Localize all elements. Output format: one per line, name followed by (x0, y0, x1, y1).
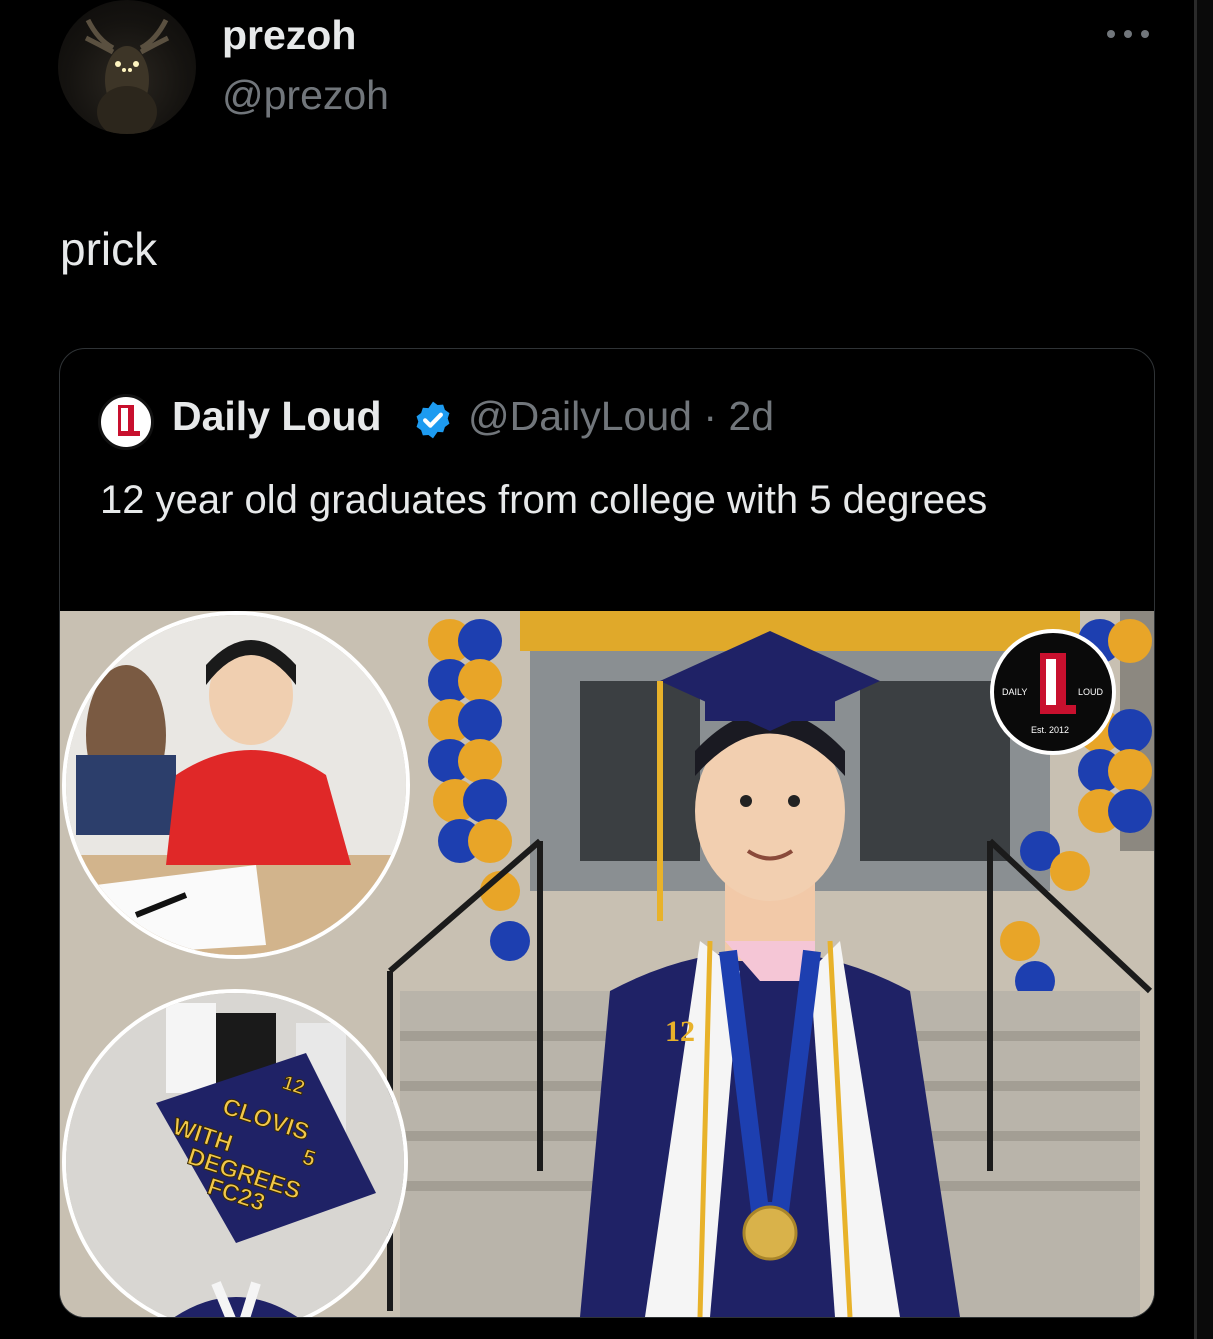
meta-separator: · (703, 393, 718, 439)
logo-text-loud: LOUD (1078, 687, 1104, 697)
logo-text-est: Est. 2012 (1031, 725, 1069, 735)
quoted-tweet-text: 12 year old graduates from college with … (100, 478, 988, 522)
stole-number-text: 12 (665, 1015, 695, 1048)
quoted-author-name[interactable]: Daily Loud (172, 393, 382, 440)
tweet-text: prick (60, 223, 158, 275)
author-avatar[interactable] (58, 0, 196, 134)
verified-badge-icon (416, 401, 450, 439)
quoted-author-handle[interactable]: @DailyLoud (468, 393, 692, 439)
dl-logo-mark (118, 405, 140, 436)
daily-loud-avatar[interactable] (98, 394, 154, 450)
quoted-timestamp[interactable]: 2d (728, 393, 774, 439)
inset-photo-grad-cap: 12 CLOVIS WITH 5 DEGREES FC23 (62, 989, 408, 1317)
deer-avatar-image (84, 18, 170, 134)
daily-loud-watermark-logo: DAILY LOUD Est. 2012 (990, 629, 1116, 755)
quoted-tweet[interactable]: Daily Loud @DailyLoud · 2d 12 year old g… (59, 348, 1155, 1318)
scrollbar[interactable] (1194, 0, 1213, 1339)
author-name[interactable]: prezoh (222, 12, 356, 59)
more-dots-icon[interactable] (1103, 20, 1153, 46)
quoted-meta: @DailyLoud · 2d (468, 393, 774, 440)
author-handle[interactable]: @prezoh (222, 72, 389, 119)
logo-text-daily: DAILY (1002, 687, 1027, 697)
inset-photo-red-jacket (62, 611, 410, 959)
quoted-media-image[interactable]: 12 12 CLOVIS WITH 5 DEGREES FC23 DAILY L… (60, 611, 1154, 1317)
